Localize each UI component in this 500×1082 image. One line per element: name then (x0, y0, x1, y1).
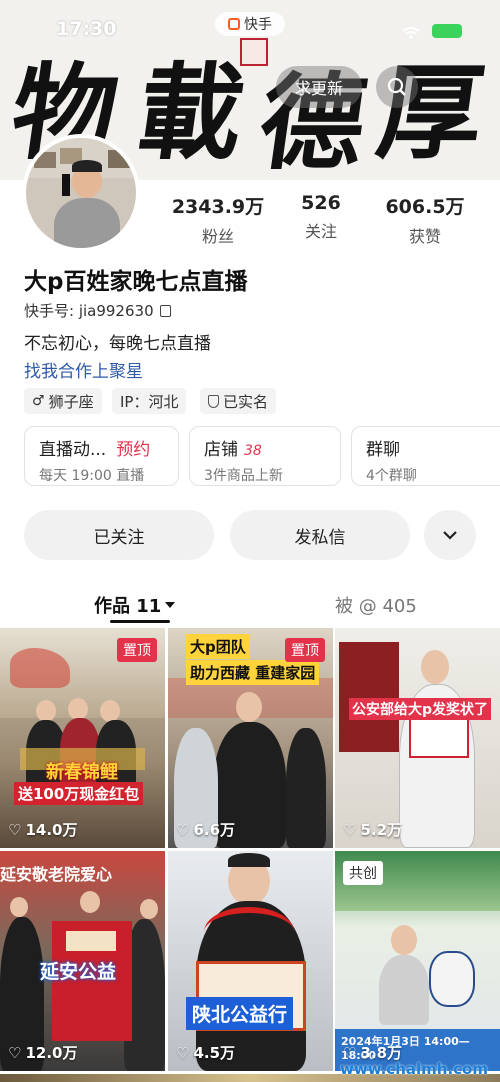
status-time: 17:30 (56, 18, 117, 40)
video-caption: 大p团队 (186, 634, 250, 659)
tag-label: 狮子座 (48, 392, 94, 411)
calligraphy-char: 德 (252, 61, 374, 180)
heart-icon: ♡ (343, 1043, 357, 1062)
stat-value: 2343.9万 (171, 196, 265, 218)
group-chat-card[interactable]: 群聊 4个群聊 (351, 426, 500, 486)
stat-value: 606.5万 (385, 196, 465, 218)
search-icon (387, 77, 406, 96)
shield-icon (208, 394, 219, 408)
collab-link[interactable]: 找我合作上聚星 (24, 357, 143, 382)
heart-icon: ♡ (343, 820, 357, 839)
heart-icon: ♡ (8, 820, 22, 839)
likes-count: ♡ 4.5万 (176, 1043, 236, 1063)
tag-ip: IP：河北 (112, 388, 187, 414)
tag-label: 已实名 (223, 392, 269, 411)
app-badge: 快手 (215, 12, 285, 36)
kuaishou-logo-icon (228, 18, 240, 30)
video-tile[interactable]: 延安敬老院爱心 延安公益 ♡ 12.0万 (0, 851, 165, 1071)
message-button[interactable]: 发私信 (230, 510, 410, 560)
likes-count: ♡ 5.2万 (343, 820, 403, 840)
video-caption: 陕北公益行 (186, 997, 294, 1030)
seal-stamp (240, 38, 268, 66)
caret-down-icon (165, 601, 176, 608)
shop-card[interactable]: 店铺 38 3件商品上新 (189, 426, 341, 486)
card-subtitle: 每天 19:00 直播 (39, 468, 145, 484)
tab-works[interactable]: 作品 11 (94, 592, 176, 618)
back-button[interactable] (20, 66, 62, 108)
more-button[interactable] (432, 66, 474, 108)
heart-icon: ♡ (8, 1043, 22, 1062)
stat-fans[interactable]: 2343.9万 粉丝 (170, 192, 266, 247)
tab-label: 作品 11 (94, 596, 162, 617)
reserve-button[interactable]: 预约 (116, 440, 150, 460)
copy-icon[interactable] (159, 304, 171, 317)
video-caption: 送100万现金红包 (14, 782, 144, 805)
tag-label: IP：河北 (120, 392, 179, 411)
account-id: 快手号: jia992630 (24, 302, 154, 320)
tab-indicator (110, 620, 170, 623)
card-subtitle: 3件商品上新 (204, 468, 283, 484)
tag-zodiac: ♂ 狮子座 (24, 388, 102, 414)
male-icon: ♂ (32, 393, 45, 409)
video-tile[interactable]: 公安部给大p发奖状了 ♡ 5.2万 (335, 628, 500, 848)
chevron-down-icon (443, 531, 457, 540)
expand-button[interactable] (424, 510, 476, 560)
shop-badge: 38 (244, 443, 262, 459)
video-caption: 新春锦鲤 (46, 762, 118, 783)
video-caption: 延安敬老院爱心 (0, 865, 113, 884)
profile-name: 大p百姓家晚七点直播 (24, 269, 248, 295)
co-create-badge: 共创 (343, 861, 383, 885)
video-tile[interactable]: 陕北公益行 ♡ 4.5万 (168, 851, 333, 1071)
tab-mentions[interactable]: 被 @ 405 (335, 592, 417, 618)
live-card[interactable]: 直播动... 预约 每天 19:00 直播 (24, 426, 179, 486)
avatar[interactable] (22, 134, 140, 252)
likes-count: ♡ 14.0万 (8, 820, 78, 840)
card-title: 店铺 (204, 440, 238, 460)
video-tile[interactable]: 大p团队 助力西藏 重建家园 置顶 ♡ 6.6万 (168, 628, 333, 848)
battery-icon (432, 24, 462, 38)
bio: 不忘初心，每晚七点直播 (24, 334, 211, 354)
tag-verified: 已实名 (200, 388, 277, 414)
video-tile[interactable]: 2024年1月3日 14:00—18:00 共创 ♡ 3.8万 (335, 851, 500, 1071)
wifi-icon (402, 24, 420, 39)
likes-count: ♡ 12.0万 (8, 1043, 78, 1063)
followed-button[interactable]: 已关注 (24, 510, 214, 560)
pinned-badge: 置顶 (117, 638, 157, 662)
stat-label: 关注 (304, 222, 337, 241)
video-caption: 助力西藏 重建家园 (186, 660, 320, 685)
calligraphy-char: 載 (130, 51, 252, 174)
app-name: 快手 (244, 17, 272, 33)
stat-label: 获赞 (408, 227, 441, 246)
search-button[interactable] (376, 66, 418, 108)
likes-count: ♡ 6.6万 (176, 820, 236, 840)
card-title: 直播动... (39, 440, 107, 460)
video-caption: 公安部给大p发奖状了 (349, 698, 492, 720)
card-subtitle: 4个群聊 (366, 468, 417, 484)
heart-icon: ♡ (176, 820, 190, 839)
pinned-badge: 置顶 (285, 638, 325, 662)
stat-label: 粉丝 (201, 227, 234, 246)
stat-likes[interactable]: 606.5万 获赞 (380, 192, 470, 247)
video-caption: 延安公益 (40, 961, 117, 983)
stat-value: 526 (301, 192, 341, 214)
watermark: www.chalmh.com (340, 1060, 488, 1078)
card-title: 群聊 (366, 440, 400, 460)
video-tile[interactable]: 置顶 新春锦鲤 送100万现金红包 ♡ 14.0万 (0, 628, 165, 848)
request-update-button[interactable]: 求更新 (276, 66, 362, 108)
stat-following[interactable]: 526 关注 (286, 192, 356, 242)
heart-icon: ♡ (176, 1043, 190, 1062)
